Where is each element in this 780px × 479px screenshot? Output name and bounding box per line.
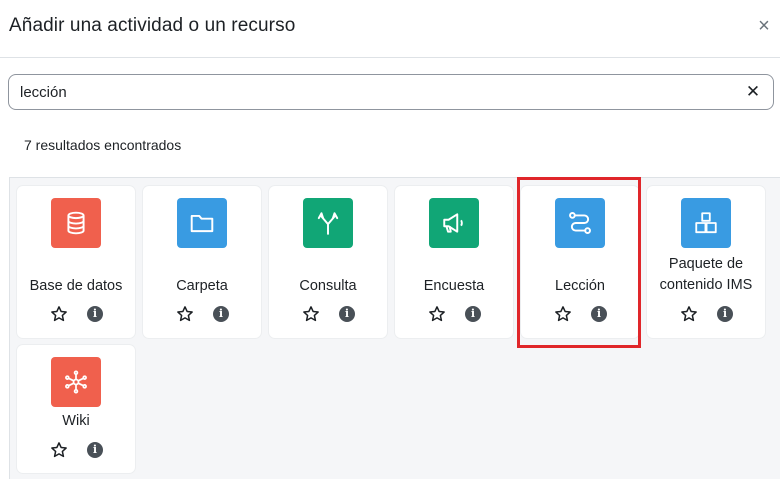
card-label: Wiki — [62, 413, 90, 429]
database-icon — [51, 198, 101, 248]
star-icon[interactable] — [176, 305, 194, 323]
wiki-network-icon — [51, 357, 101, 407]
star-icon[interactable] — [50, 441, 68, 459]
lesson-path-icon — [555, 198, 605, 248]
search-input[interactable] — [20, 82, 720, 102]
activity-card-leccion[interactable]: Lección i — [521, 186, 639, 338]
card-label: Encuesta — [423, 278, 485, 294]
activity-card-consulta[interactable]: Consulta i — [269, 186, 387, 338]
folder-icon — [177, 198, 227, 248]
activity-card-encuesta[interactable]: Encuesta i — [395, 186, 513, 338]
info-icon[interactable]: i — [213, 306, 229, 322]
card-label: Lección — [555, 278, 605, 294]
card-label: Paquete de contenido IMS — [659, 256, 753, 293]
info-icon[interactable]: i — [87, 306, 103, 322]
package-boxes-icon — [681, 198, 731, 248]
info-icon[interactable]: i — [339, 306, 355, 322]
results-count: 7 resultados encontrados — [24, 137, 182, 153]
activity-card-carpeta[interactable]: Carpeta i — [143, 186, 261, 338]
card-label: Consulta — [299, 278, 357, 294]
info-icon[interactable]: i — [717, 306, 733, 322]
signpost-icon — [303, 198, 353, 248]
info-icon[interactable]: i — [591, 306, 607, 322]
star-icon[interactable] — [302, 305, 320, 323]
star-icon[interactable] — [428, 305, 446, 323]
results-panel: Base de datos i Carpeta i Consulta i Enc… — [9, 177, 780, 479]
activity-card-paquete-ims[interactable]: Paquete de contenido IMS i — [647, 186, 765, 338]
activity-card-wiki[interactable]: Wiki i — [17, 345, 135, 473]
info-icon[interactable]: i — [87, 442, 103, 458]
star-icon[interactable] — [554, 305, 572, 323]
modal-header: Añadir una actividad o un recurso × — [0, 0, 780, 58]
clear-search-button[interactable]: ✕ — [742, 81, 764, 103]
card-label: Carpeta — [176, 278, 228, 294]
activity-card-base-de-datos[interactable]: Base de datos i — [17, 186, 135, 338]
star-icon[interactable] — [680, 305, 698, 323]
modal-title: Añadir una actividad o un recurso — [9, 15, 296, 36]
close-button[interactable]: × — [752, 14, 776, 38]
info-icon[interactable]: i — [465, 306, 481, 322]
search-box[interactable]: ✕ — [8, 74, 774, 110]
card-label: Base de datos — [29, 278, 123, 294]
star-icon[interactable] — [50, 305, 68, 323]
megaphone-icon — [429, 198, 479, 248]
